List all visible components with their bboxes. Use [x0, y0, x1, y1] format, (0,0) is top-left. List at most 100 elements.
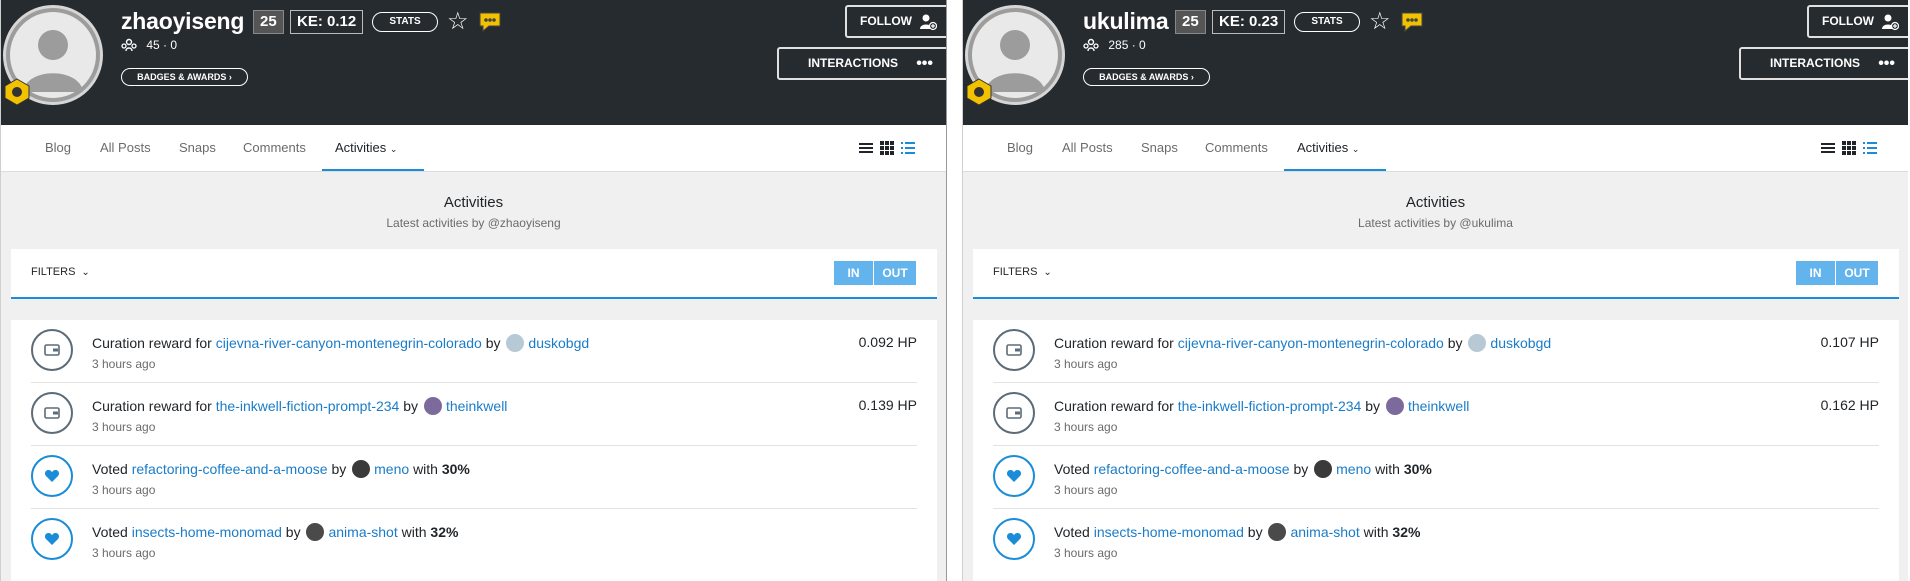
heart-icon: [31, 455, 73, 497]
author-link[interactable]: theinkwell: [446, 398, 507, 414]
hive-badge-icon: [4, 78, 30, 106]
list-view-icon[interactable]: [1821, 141, 1835, 155]
filters-toggle[interactable]: FILTERS ⌄: [993, 266, 1052, 278]
badges-awards-button[interactable]: BADGES & AWARDS ›: [121, 68, 248, 86]
compact-list-icon[interactable]: [1863, 141, 1877, 155]
activity-list: Curation reward for cijevna-river-canyon…: [973, 320, 1899, 581]
post-link[interactable]: refactoring-coffee-and-a-moose: [1094, 461, 1290, 477]
author-avatar[interactable]: [423, 397, 442, 415]
active-tab-indicator: [322, 169, 424, 171]
reward-amount: 0.162 HP: [1820, 397, 1879, 413]
tab-snaps[interactable]: Snaps: [179, 140, 216, 155]
in-filter-button[interactable]: IN: [1796, 261, 1836, 285]
out-filter-button[interactable]: OUT: [874, 261, 916, 285]
interactions-button[interactable]: INTERACTIONS •••: [777, 47, 946, 80]
heart-icon: [993, 455, 1035, 497]
chat-bubble-icon[interactable]: [477, 10, 503, 34]
add-user-icon: [1882, 14, 1899, 31]
activity-list: Curation reward for cijevna-river-canyon…: [11, 320, 937, 581]
tab-blog[interactable]: Blog: [45, 140, 71, 155]
add-user-icon: [920, 14, 937, 31]
author-avatar[interactable]: [352, 460, 371, 478]
author-link[interactable]: duskobgd: [1490, 335, 1551, 351]
profile-tabs: Blog All Posts Snaps Comments Activities…: [963, 125, 1908, 172]
list-item: Curation reward for the-inkwell-fiction-…: [31, 383, 917, 446]
followers-count: 45 · 0: [121, 38, 177, 52]
author-avatar[interactable]: [1468, 334, 1487, 352]
list-item: Voted insects-home-monomad by anima-shot…: [31, 509, 917, 572]
reward-amount: 0.092 HP: [858, 334, 917, 350]
filters-bar: FILTERS ⌄ IN OUT: [973, 249, 1899, 299]
wallet-icon: [993, 392, 1035, 434]
page-subtitle: Latest activities by @ukulima: [1358, 216, 1513, 230]
author-link[interactable]: meno: [374, 461, 409, 477]
tab-activities[interactable]: Activities ⌄: [1297, 140, 1359, 155]
author-link[interactable]: anima-shot: [1290, 524, 1359, 540]
author-avatar[interactable]: [306, 523, 325, 541]
list-view-icon[interactable]: [859, 141, 873, 155]
chevron-down-icon: ⌄: [1351, 144, 1360, 154]
more-options-icon: •••: [1878, 55, 1895, 72]
chevron-down-icon: ⌄: [1043, 267, 1052, 278]
chat-bubble-icon[interactable]: [1399, 10, 1425, 34]
vote-percent: 32%: [1392, 524, 1421, 540]
badges-awards-button[interactable]: BADGES & AWARDS ›: [1083, 68, 1210, 86]
interactions-button[interactable]: INTERACTIONS •••: [1739, 47, 1908, 80]
username: ukulima: [1083, 8, 1169, 34]
activity-time: 3 hours ago: [92, 546, 156, 560]
reputation-badge: 25: [1175, 10, 1206, 34]
reward-amount: 0.107 HP: [1820, 334, 1879, 350]
filters-bar: FILTERS ⌄ IN OUT: [11, 249, 937, 299]
activity-time: 3 hours ago: [1054, 357, 1118, 371]
activity-time: 3 hours ago: [92, 483, 156, 497]
author-link[interactable]: duskobgd: [528, 335, 589, 351]
stats-button[interactable]: STATS: [1294, 12, 1360, 32]
author-avatar[interactable]: [506, 334, 525, 352]
post-link[interactable]: the-inkwell-fiction-prompt-234: [216, 398, 400, 414]
more-options-icon: •••: [916, 55, 933, 72]
tab-comments[interactable]: Comments: [1205, 140, 1268, 155]
compact-list-icon[interactable]: [901, 141, 915, 155]
page-title: Activities: [1405, 194, 1466, 211]
filters-toggle[interactable]: FILTERS ⌄: [31, 266, 90, 278]
author-link[interactable]: anima-shot: [328, 524, 397, 540]
vote-percent: 32%: [430, 524, 459, 540]
tab-comments[interactable]: Comments: [243, 140, 306, 155]
post-link[interactable]: refactoring-coffee-and-a-moose: [132, 461, 328, 477]
ke-ratio-badge: KE: 0.23: [1212, 10, 1286, 34]
list-item: Curation reward for the-inkwell-fiction-…: [993, 383, 1879, 446]
tab-all-posts[interactable]: All Posts: [100, 140, 151, 155]
list-item: Curation reward for cijevna-river-canyon…: [31, 320, 917, 383]
tab-activities[interactable]: Activities ⌄: [335, 140, 397, 155]
post-link[interactable]: insects-home-monomad: [132, 524, 282, 540]
post-link[interactable]: the-inkwell-fiction-prompt-234: [1178, 398, 1362, 414]
author-avatar[interactable]: [1314, 460, 1333, 478]
tab-snaps[interactable]: Snaps: [1141, 140, 1178, 155]
post-link[interactable]: insects-home-monomad: [1094, 524, 1244, 540]
reputation-badge: 25: [253, 10, 284, 34]
post-link[interactable]: cijevna-river-canyon-montenegrin-colorad…: [1178, 335, 1444, 351]
in-filter-button[interactable]: IN: [834, 261, 874, 285]
author-avatar[interactable]: [1385, 397, 1404, 415]
vote-percent: 30%: [1403, 461, 1432, 477]
wallet-icon: [31, 392, 73, 434]
activity-time: 3 hours ago: [1054, 546, 1118, 560]
tab-all-posts[interactable]: All Posts: [1062, 140, 1113, 155]
tab-blog[interactable]: Blog: [1007, 140, 1033, 155]
star-icon[interactable]: ☆: [447, 8, 469, 36]
author-link[interactable]: theinkwell: [1408, 398, 1469, 414]
page-title: Activities: [443, 194, 504, 211]
follow-button[interactable]: FOLLOW: [1807, 5, 1908, 38]
star-icon[interactable]: ☆: [1369, 8, 1391, 36]
author-avatar[interactable]: [1268, 523, 1287, 541]
stats-button[interactable]: STATS: [372, 12, 438, 32]
grid-view-icon[interactable]: [880, 141, 894, 155]
follow-button[interactable]: FOLLOW: [845, 5, 946, 38]
list-item: Voted refactoring-coffee-and-a-moose by …: [31, 446, 917, 509]
panel-divider: [946, 0, 962, 581]
activity-time: 3 hours ago: [1054, 420, 1118, 434]
post-link[interactable]: cijevna-river-canyon-montenegrin-colorad…: [216, 335, 482, 351]
author-link[interactable]: meno: [1336, 461, 1371, 477]
grid-view-icon[interactable]: [1842, 141, 1856, 155]
out-filter-button[interactable]: OUT: [1836, 261, 1878, 285]
